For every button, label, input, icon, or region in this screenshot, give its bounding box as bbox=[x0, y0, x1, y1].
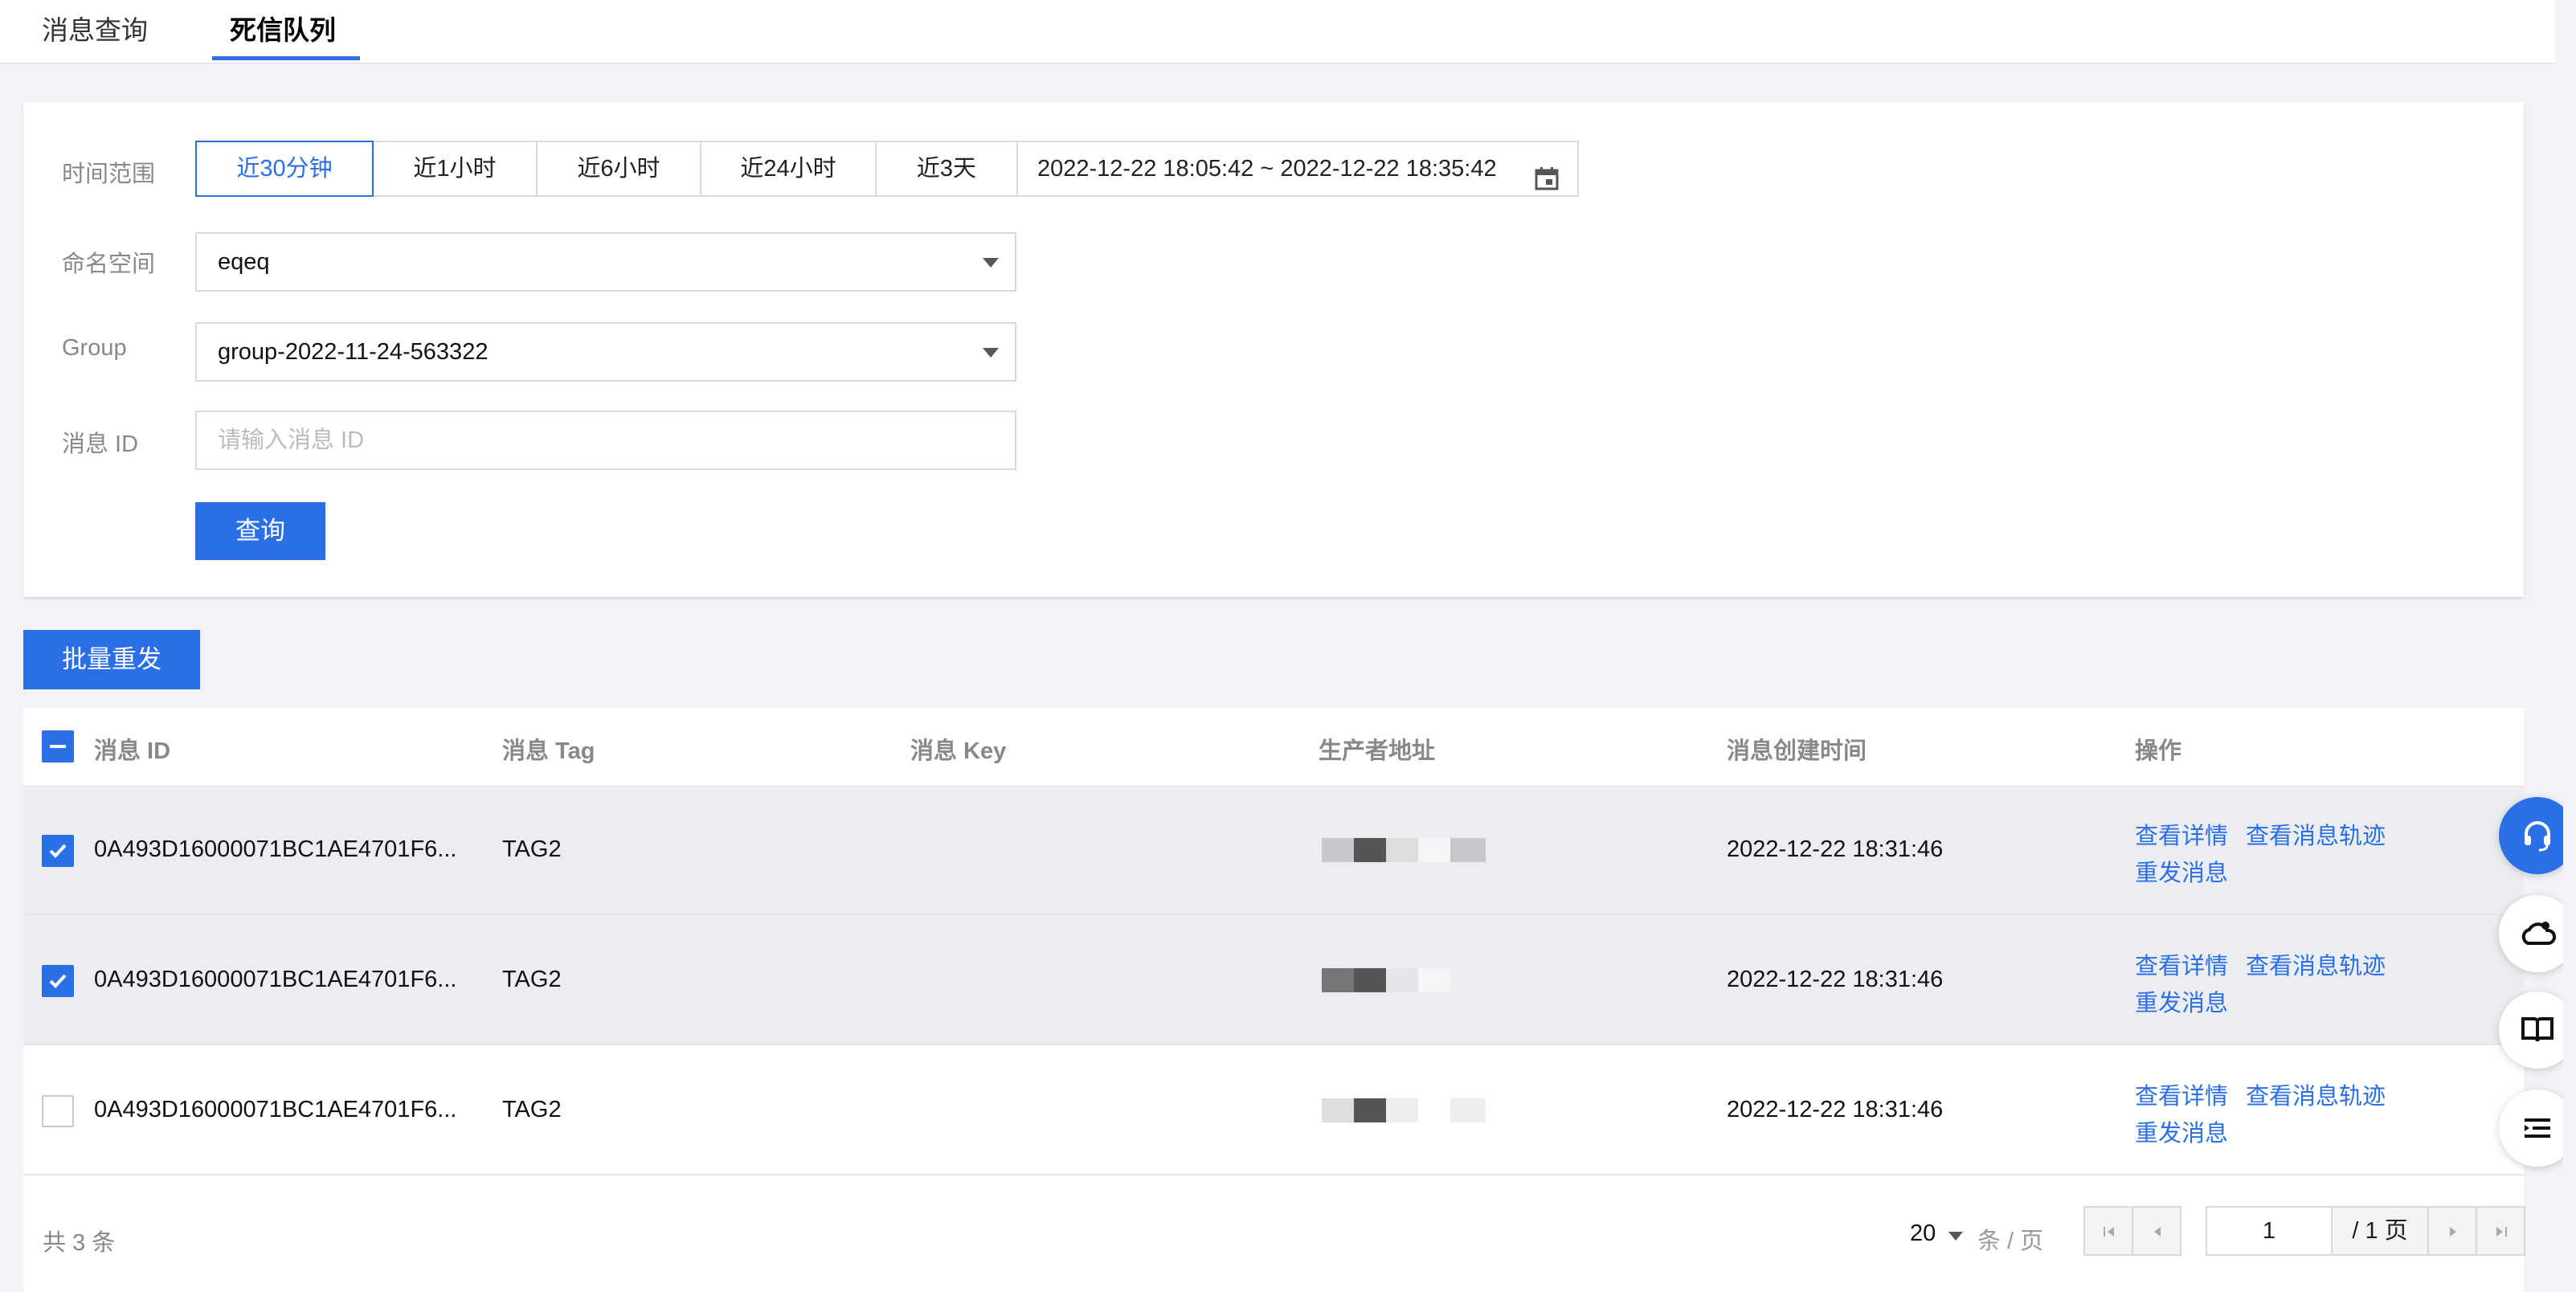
total-count: 共 3 条 bbox=[43, 1230, 116, 1256]
column-header-tag: 消息 Tag bbox=[502, 738, 595, 764]
group-select[interactable]: group-2022-11-24-563322 bbox=[195, 322, 1016, 382]
view-detail-link[interactable]: 查看详情 bbox=[2135, 1077, 2228, 1111]
chevron-down-icon[interactable] bbox=[1948, 1232, 1963, 1241]
namespace-value: eqeq bbox=[218, 249, 270, 275]
prev-page-icon[interactable] bbox=[2132, 1206, 2181, 1256]
time-option-6h[interactable]: 近6小时 bbox=[536, 141, 701, 197]
tab-dead-letter-queue[interactable]: 死信队列 bbox=[230, 13, 336, 61]
producer-address-redacted bbox=[1322, 968, 1458, 992]
time-option-30min[interactable]: 近30分钟 bbox=[195, 141, 374, 197]
producer-address-redacted bbox=[1322, 838, 1486, 862]
tag-cell: TAG2 bbox=[502, 836, 562, 862]
time-range-selector: 近30分钟 近1小时 近6小时 近24小时 近3天 2022-12-22 18:… bbox=[195, 141, 1579, 197]
namespace-label: 命名空间 bbox=[62, 251, 156, 277]
time-range-label: 时间范围 bbox=[62, 162, 156, 187]
page-size-select[interactable]: 20 bbox=[1910, 1220, 1936, 1247]
created-time-cell: 2022-12-22 18:31:46 bbox=[1727, 1097, 1944, 1122]
message-id-cell: 0A493D16000071BC1AE4701F6... bbox=[94, 1097, 457, 1122]
last-page-icon[interactable] bbox=[2476, 1206, 2525, 1256]
created-time-cell: 2022-12-22 18:31:46 bbox=[1727, 836, 1944, 862]
pagination: 共 3 条 20 条 / 页 1 / 1 页 bbox=[23, 1184, 2525, 1286]
column-header-key: 消息 Key bbox=[910, 738, 1007, 764]
table-row: 0A493D16000071BC1AE4701F6... TAG2 2022-1… bbox=[23, 1045, 2524, 1175]
message-id-label: 消息 ID bbox=[62, 431, 139, 457]
row-checkbox[interactable] bbox=[42, 965, 74, 997]
chevron-down-icon bbox=[983, 258, 999, 268]
resend-link[interactable]: 重发消息 bbox=[2135, 1114, 2228, 1148]
namespace-select[interactable]: eqeq bbox=[195, 232, 1016, 292]
tab-bar: 消息查询 死信队列 bbox=[0, 0, 2555, 64]
page-size-unit: 条 / 页 bbox=[1977, 1229, 2044, 1254]
table-row: 0A493D16000071BC1AE4701F6... TAG2 2022-1… bbox=[23, 785, 2524, 915]
table-header: 消息 ID 消息 Tag 消息 Key 生产者地址 消息创建时间 操作 bbox=[23, 708, 2524, 787]
message-id-input[interactable] bbox=[195, 411, 1016, 470]
view-detail-link[interactable]: 查看详情 bbox=[2135, 947, 2228, 981]
resend-link[interactable]: 重发消息 bbox=[2135, 984, 2228, 1018]
view-detail-link[interactable]: 查看详情 bbox=[2135, 817, 2228, 851]
next-page-icon[interactable] bbox=[2427, 1206, 2477, 1256]
batch-resend-button[interactable]: 批量重发 bbox=[23, 630, 200, 689]
message-id-cell: 0A493D16000071BC1AE4701F6... bbox=[94, 967, 457, 992]
column-header-producer: 生产者地址 bbox=[1319, 738, 1436, 764]
tag-cell: TAG2 bbox=[502, 967, 562, 992]
active-tab-indicator bbox=[212, 56, 360, 60]
select-all-checkbox[interactable] bbox=[42, 730, 74, 763]
producer-address-redacted bbox=[1322, 1098, 1486, 1122]
total-pages: / 1 页 bbox=[2331, 1206, 2429, 1256]
dead-letter-table: 消息 ID 消息 Tag 消息 Key 生产者地址 消息创建时间 操作 0A49… bbox=[23, 708, 2525, 1292]
calendar-icon[interactable] bbox=[1534, 157, 1560, 190]
message-id-cell: 0A493D16000071BC1AE4701F6... bbox=[94, 836, 457, 862]
table-row: 0A493D16000071BC1AE4701F6... TAG2 2022-1… bbox=[23, 915, 2524, 1045]
row-checkbox[interactable] bbox=[42, 1095, 74, 1127]
first-page-icon[interactable] bbox=[2083, 1206, 2133, 1256]
resend-link[interactable]: 重发消息 bbox=[2135, 854, 2228, 888]
view-trace-link[interactable]: 查看消息轨迹 bbox=[2246, 817, 2386, 851]
page-scrollbar[interactable] bbox=[2563, 80, 2576, 1292]
view-trace-link[interactable]: 查看消息轨迹 bbox=[2246, 1077, 2386, 1111]
group-value: group-2022-11-24-563322 bbox=[218, 339, 489, 365]
column-header-actions: 操作 bbox=[2135, 738, 2182, 764]
time-option-24h[interactable]: 近24小时 bbox=[700, 141, 877, 197]
group-label: Group bbox=[62, 335, 127, 361]
column-header-message-id: 消息 ID bbox=[94, 738, 171, 764]
date-range-value: 2022-12-22 18:05:42 ~ 2022-12-22 18:35:4… bbox=[1037, 156, 1497, 182]
query-button[interactable]: 查询 bbox=[195, 502, 325, 560]
chevron-down-icon bbox=[983, 348, 999, 358]
tab-message-query[interactable]: 消息查询 bbox=[42, 13, 148, 61]
filter-panel: 时间范围 近30分钟 近1小时 近6小时 近24小时 近3天 2022-12-2… bbox=[23, 102, 2524, 597]
view-trace-link[interactable]: 查看消息轨迹 bbox=[2246, 947, 2386, 981]
row-checkbox[interactable] bbox=[42, 835, 74, 867]
column-header-created-time: 消息创建时间 bbox=[1727, 738, 1867, 764]
page-number-input[interactable]: 1 bbox=[2206, 1206, 2333, 1256]
created-time-cell: 2022-12-22 18:31:46 bbox=[1727, 967, 1944, 992]
date-range-picker[interactable]: 2022-12-22 18:05:42 ~ 2022-12-22 18:35:4… bbox=[1016, 141, 1579, 197]
tag-cell: TAG2 bbox=[502, 1097, 562, 1122]
time-option-3d[interactable]: 近3天 bbox=[875, 141, 1018, 197]
time-option-1h[interactable]: 近1小时 bbox=[372, 141, 538, 197]
